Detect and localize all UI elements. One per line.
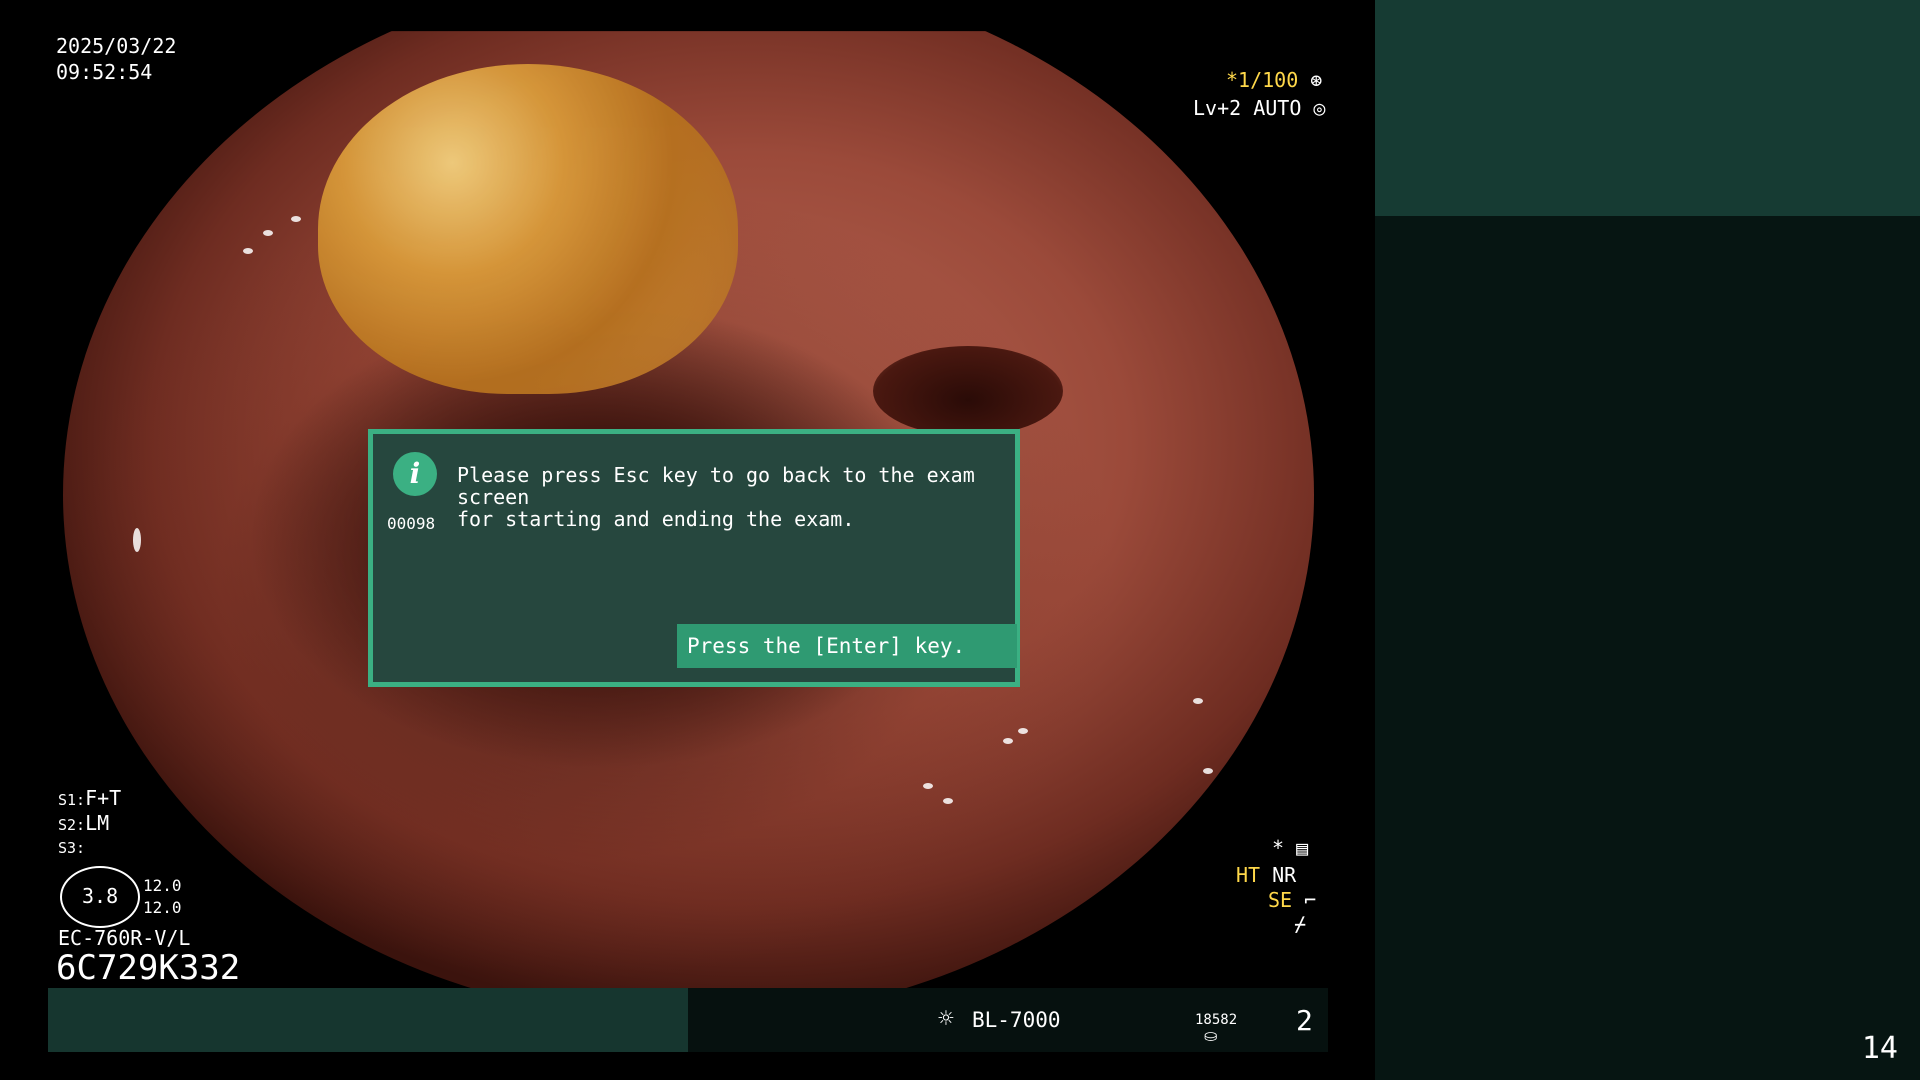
right-panel-header (1375, 0, 1920, 216)
scope-tip-icon: ⌐ (1304, 888, 1317, 912)
setting-s2: S2:LM (58, 811, 109, 837)
dialog-message: Please press Esc key to go back to the e… (457, 463, 975, 531)
enter-button[interactable]: Press the [Enter] key. (677, 624, 1017, 668)
mode-se: SE ⌐ (1268, 888, 1316, 912)
time-text: 09:52:54 (56, 60, 153, 84)
right-panel: 14 (1375, 0, 1920, 1080)
signal-icon: ⌿ (1294, 912, 1307, 936)
nr-text: NR (1272, 863, 1297, 887)
reflection (291, 216, 301, 222)
dialog-code: 00098 (387, 514, 436, 533)
mode-star: * ▤ (1272, 836, 1308, 860)
se-text: SE (1268, 888, 1293, 912)
status-bar-right: ☼ BL-7000 18582 ⛀ 2 (688, 988, 1328, 1052)
gauge-val1: 12.0 (143, 876, 182, 895)
bottom-number: 2 (1296, 1004, 1313, 1037)
s2-value: LM (85, 811, 110, 835)
gauge-val2: 12.0 (143, 898, 182, 917)
reflection (1018, 728, 1028, 734)
setting-s3: S3: (58, 839, 86, 857)
date-text: 2025/03/22 (56, 34, 177, 58)
gauge-value: 3.8 (82, 884, 119, 908)
info-dialog: i Please press Esc key to go back to the… (368, 429, 1020, 687)
ht-text: HT (1236, 863, 1261, 887)
reflection (133, 528, 141, 552)
reflection (923, 783, 933, 789)
star-text: * (1272, 836, 1285, 860)
auto-icon: ◎ (1313, 96, 1326, 120)
scope-model: EC-760R-V/L (58, 926, 191, 950)
reflection (263, 230, 273, 236)
info-icon: i (393, 452, 437, 496)
light-icon: ☼ (938, 1004, 954, 1034)
reflection (243, 248, 253, 254)
shutter-text: *1/100 (1226, 68, 1299, 92)
s2-label: S2: (58, 816, 86, 834)
scope-serial: 6C729K332 (56, 948, 241, 988)
lumen-opening (873, 346, 1063, 436)
setting-s1: S1:F+T (58, 786, 121, 812)
reflection (1193, 698, 1203, 704)
level-mode-text: Lv+2 AUTO (1193, 96, 1302, 120)
menu-icon: ▤ (1296, 836, 1309, 860)
s1-label: S1: (58, 791, 86, 809)
level-mode: Lv+2 AUTO ◎ (1193, 96, 1325, 120)
reflection (943, 798, 953, 804)
aperture-icon: ⊛ (1310, 68, 1323, 92)
mode-ht-nr: HT NR (1236, 863, 1296, 887)
reflection (1003, 738, 1013, 744)
shutter-speed: *1/100 ⊛ (1226, 68, 1322, 92)
polyp-region (318, 64, 738, 394)
reflection (1203, 768, 1213, 774)
storage-icon: ⛀ (1204, 1026, 1218, 1045)
s1-value: F+T (85, 786, 122, 810)
status-bar-left (48, 988, 688, 1052)
page-number: 14 (1861, 1031, 1898, 1066)
light-source: BL-7000 (972, 1008, 1061, 1032)
